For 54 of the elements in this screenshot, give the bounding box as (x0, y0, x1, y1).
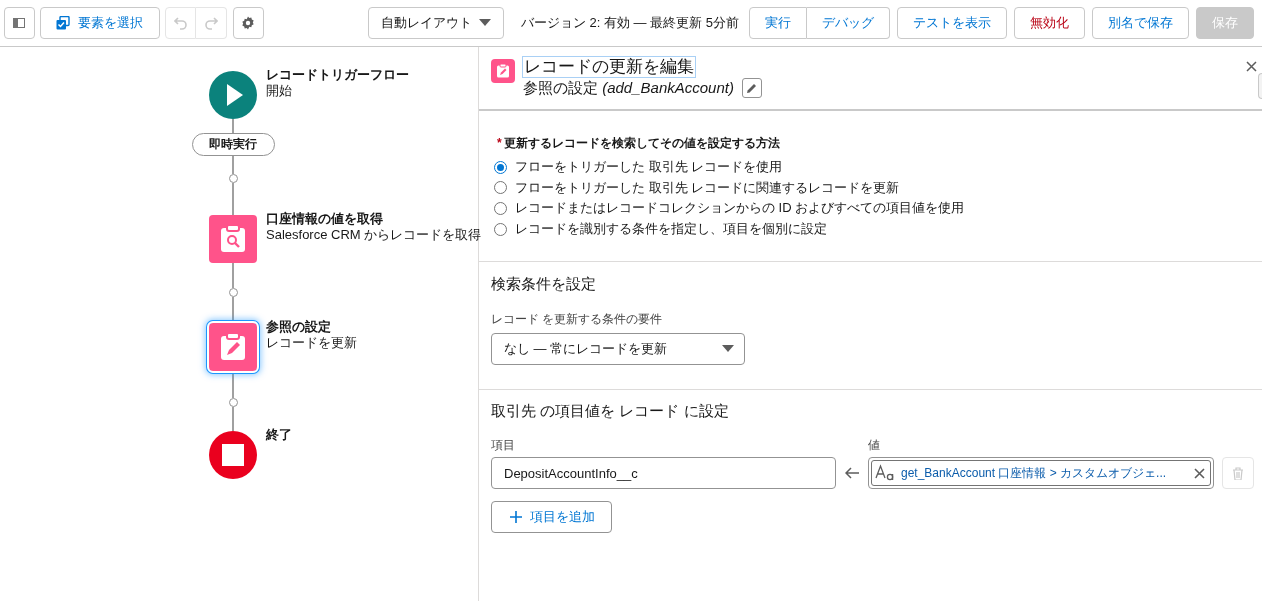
node-title: レコードトリガーフロー (266, 67, 409, 83)
condition-dropdown[interactable]: なし — 常にレコードを更新 (491, 333, 745, 366)
add-element-point[interactable] (228, 398, 238, 407)
field-input[interactable]: DepositAccountInfo__c (491, 457, 836, 490)
toolbar-button[interactable]: 別名で保存 (1092, 7, 1189, 39)
node-title: 終了 (266, 427, 292, 443)
add-field-button[interactable]: 項目を追加 (491, 501, 612, 534)
field-label: レコード を更新する条件の要件 (491, 311, 664, 329)
version-status: バージョン 2: 有効 — 最終更新 5分前 (520, 14, 739, 32)
close-icon[interactable] (1246, 61, 1257, 72)
settings-button[interactable] (233, 7, 264, 39)
update-records-icon (491, 59, 515, 83)
toolbar-button[interactable]: デバッグ (807, 7, 890, 39)
node-title: 参照の設定 (266, 319, 332, 335)
section-heading: 取引先 の項目値を レコード に設定 (491, 402, 730, 422)
trash-icon (1232, 466, 1244, 480)
caret-icon (722, 345, 734, 354)
add-element-point[interactable] (228, 174, 238, 183)
panel-toggle-button[interactable] (4, 7, 35, 39)
radio-label: フローをトリガーした 取引先 レコードに関連するレコードを更新 (515, 178, 900, 197)
toolbar-button[interactable]: 実行 (749, 7, 807, 39)
settings-icon (241, 16, 256, 30)
toolbar-button[interactable]: 無効化 (1014, 7, 1085, 39)
path-label: 即時実行 (191, 133, 275, 156)
node-subtitle: 開始 (266, 83, 293, 99)
column-label: 値 (868, 437, 880, 455)
radio-label: レコードを識別する条件を指定し、項目を個別に設定 (515, 220, 827, 239)
column-label: 項目 (491, 437, 516, 455)
panel-toggle-icon (13, 18, 26, 28)
field-label: * 更新するレコードを検索してその値を設定する方法 (496, 135, 781, 152)
layout-dropdown[interactable]: 自動レイアウト (367, 7, 504, 39)
node-subtitle: レコードを更新 (266, 335, 357, 351)
value-reference: get_BankAccount 口座情報 > カスタムオブジェ... (901, 464, 1168, 482)
section-heading: 検索条件を設定 (491, 275, 597, 295)
text-type-icon (875, 464, 895, 483)
node-title: 口座情報の値を取得 (266, 211, 384, 227)
element-name: 参照の設定 (add_BankAccount) (523, 78, 734, 98)
node-subtitle: Salesforce CRM からレコードを取得 (266, 227, 482, 243)
radio-label: レコードまたはレコードコレクションからの ID およびすべての項目値を使用 (515, 199, 965, 218)
edit-button[interactable] (741, 78, 762, 98)
radio-label: フローをトリガーした 取引先 レコードを使用 (515, 158, 783, 177)
redo-icon (204, 16, 219, 30)
toolbar-button[interactable]: テストを表示 (897, 7, 1007, 39)
panel-title: レコードの更新を編集 (523, 57, 695, 77)
plus-icon (510, 511, 522, 524)
select-squares-icon (56, 16, 71, 30)
select-elements-button[interactable]: 要素を選択 (39, 7, 161, 39)
add-element-point[interactable] (228, 288, 238, 297)
remove-icon[interactable] (1194, 467, 1205, 479)
caret-icon (478, 19, 491, 27)
pencil-icon (746, 82, 758, 94)
value-input[interactable]: get_BankAccount 口座情報 > カスタムオブジェ... (868, 457, 1214, 490)
undo-icon (173, 16, 188, 30)
left-arrow-icon (845, 467, 859, 480)
